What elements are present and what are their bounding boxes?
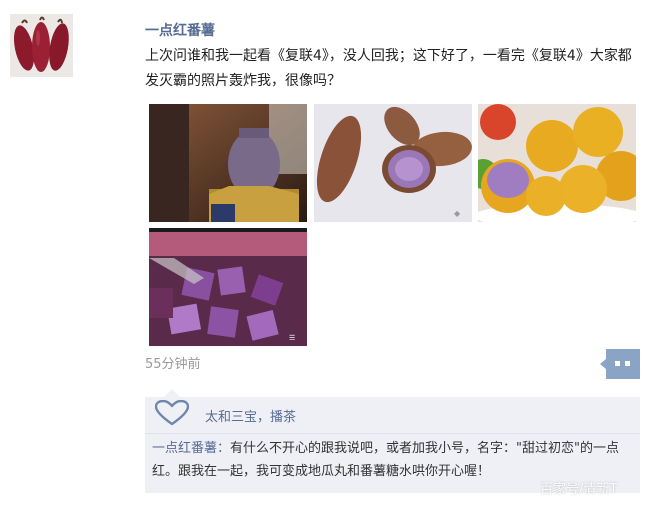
avatar[interactable] xyxy=(10,14,73,77)
comment-author[interactable]: 一点红番薯 xyxy=(152,441,217,456)
comment[interactable]: 一点红番薯：有什么不开心的跟我说吧，或者加我小号，名字："甜过初恋"的一点红。跟… xyxy=(152,437,632,483)
purple-potato-dessert-photo[interactable]: ☰ xyxy=(149,228,307,346)
thanos-photo[interactable] xyxy=(149,104,307,222)
post-timestamp: 55分钟前 xyxy=(145,357,201,372)
svg-text:☰: ☰ xyxy=(289,334,295,342)
post-author-name[interactable]: 一点红番薯 xyxy=(145,20,215,40)
comment-separator: ： xyxy=(217,441,231,456)
post-text: 上次问谁和我一起看《复联4》，没人回我；这下好了，一看完《复联4》大家都发灭霸的… xyxy=(145,48,632,89)
likes-row: 太和三宝，播茶 xyxy=(154,399,296,430)
comment-divider xyxy=(145,433,640,434)
watermark: 百家号/清新T xyxy=(540,482,618,497)
likes-names[interactable]: 太和三宝，播茶 xyxy=(205,406,296,425)
heart-icon xyxy=(154,399,190,430)
sweet-potato-balls-photo[interactable] xyxy=(478,104,636,222)
svg-text:◆: ◆ xyxy=(454,209,461,218)
purple-sweet-potato-photo[interactable]: ◆ xyxy=(314,104,472,222)
comment-button[interactable] xyxy=(600,349,640,379)
